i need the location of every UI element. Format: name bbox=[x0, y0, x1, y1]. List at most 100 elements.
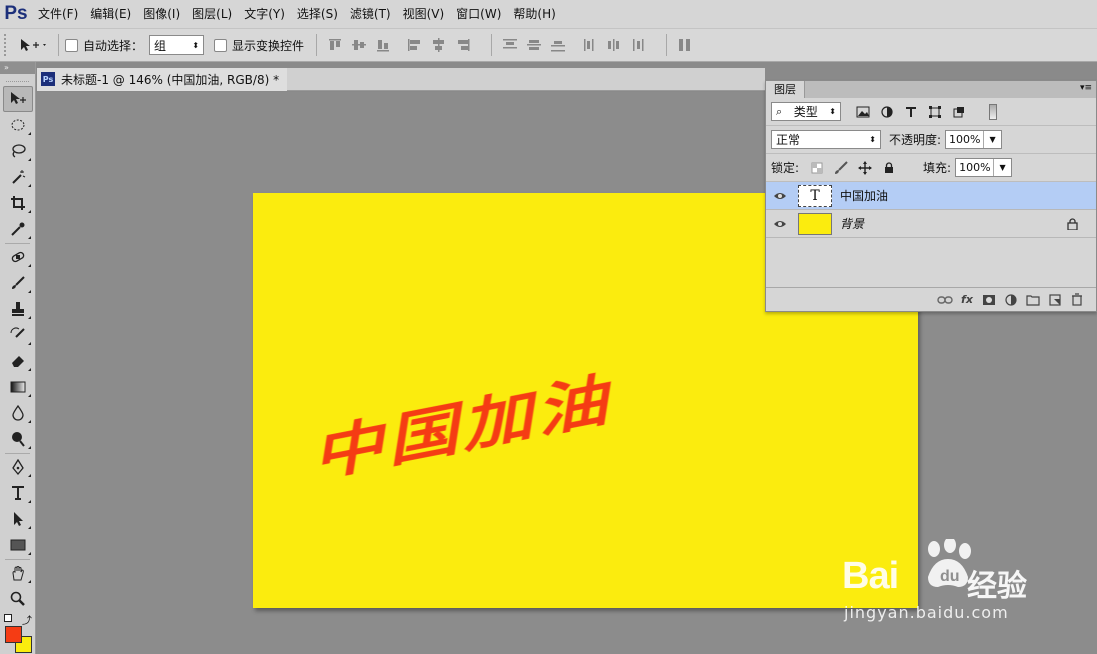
dodge-tool[interactable] bbox=[3, 426, 33, 452]
eraser-icon bbox=[12, 356, 24, 367]
eyedropper-tool[interactable] bbox=[3, 216, 33, 242]
distribute-vcenter-icon[interactable] bbox=[525, 36, 543, 54]
options-grip[interactable] bbox=[4, 34, 14, 56]
opacity-input[interactable]: 100% ▼ bbox=[945, 130, 1003, 149]
menu-view[interactable]: 视图(V) bbox=[397, 0, 451, 28]
fill-label: 填充: bbox=[923, 161, 952, 175]
rectangle-tool[interactable] bbox=[3, 532, 33, 558]
type-tool[interactable] bbox=[3, 480, 33, 506]
menu-edit[interactable]: 编辑(E) bbox=[84, 0, 137, 28]
layer-row-background[interactable]: 背景 bbox=[766, 210, 1096, 238]
distribute-hcenter-icon[interactable] bbox=[605, 36, 623, 54]
default-colors-icon[interactable] bbox=[4, 614, 12, 622]
gradient-tool[interactable] bbox=[3, 374, 33, 400]
rectangle-icon bbox=[10, 539, 26, 551]
canvas-text-layer[interactable]: 中国加油 bbox=[312, 349, 624, 493]
pen-tool[interactable] bbox=[3, 454, 33, 480]
watermark-url: jingyan.baidu.com bbox=[844, 603, 1009, 622]
distribute-right-icon[interactable] bbox=[629, 36, 647, 54]
menu-filter[interactable]: 滤镜(T) bbox=[344, 0, 397, 28]
healing-brush-tool[interactable] bbox=[3, 244, 33, 270]
background-layer-thumbnail bbox=[798, 212, 832, 235]
link-layers-icon[interactable] bbox=[934, 291, 956, 309]
trash-icon[interactable] bbox=[1066, 291, 1088, 309]
zoom-tool[interactable] bbox=[3, 586, 33, 612]
auto-select-checkbox[interactable] bbox=[65, 38, 78, 52]
ps-document-icon: Ps bbox=[41, 72, 55, 86]
lock-position-move-icon[interactable] bbox=[856, 159, 874, 177]
move-tool[interactable] bbox=[3, 86, 33, 112]
align-right-icon[interactable] bbox=[454, 36, 472, 54]
path-selection-tool[interactable] bbox=[3, 506, 33, 532]
layer-filter-label: 类型 bbox=[793, 105, 818, 119]
blend-opacity-row: 正常 ⬍ 不透明度: 100% ▼ bbox=[766, 126, 1096, 154]
crop-tool[interactable] bbox=[3, 190, 33, 216]
magic-wand-icon bbox=[12, 170, 26, 184]
eye-icon[interactable] bbox=[766, 219, 794, 229]
dropdown-arrow-icon[interactable]: ▼ bbox=[983, 131, 1001, 148]
separator bbox=[58, 34, 59, 56]
menu-window[interactable]: 窗口(W) bbox=[450, 0, 507, 28]
dropdown-arrow-icon[interactable]: ▼ bbox=[993, 159, 1011, 176]
swap-colors-icon[interactable]: ⤴ bbox=[22, 612, 32, 627]
panel-resize-grip[interactable] bbox=[926, 313, 946, 317]
fx-icon[interactable]: fx bbox=[956, 291, 978, 309]
fill-input[interactable]: 100% ▼ bbox=[955, 158, 1013, 177]
hand-tool[interactable] bbox=[3, 560, 33, 586]
menu-type[interactable]: 文字(Y) bbox=[238, 0, 291, 28]
add-mask-icon[interactable] bbox=[978, 291, 1000, 309]
lasso-tool[interactable] bbox=[3, 138, 33, 164]
layer-filter-dropdown[interactable]: ⌕ 类型 ⬍ bbox=[771, 102, 841, 121]
separator bbox=[316, 34, 318, 56]
align-left-icon[interactable] bbox=[406, 36, 424, 54]
menu-image[interactable]: 图像(I) bbox=[137, 0, 186, 28]
filter-type-icon[interactable] bbox=[902, 103, 920, 121]
menu-select[interactable]: 选择(S) bbox=[291, 0, 344, 28]
adjustment-layer-icon[interactable] bbox=[1000, 291, 1022, 309]
blend-mode-dropdown[interactable]: 正常 ⬍ bbox=[771, 130, 881, 149]
distribute-top-icon[interactable] bbox=[501, 36, 519, 54]
separator bbox=[491, 34, 493, 56]
filter-adjustment-icon[interactable] bbox=[878, 103, 896, 121]
menu-file[interactable]: 文件(F) bbox=[32, 0, 84, 28]
marquee-tool[interactable] bbox=[3, 112, 33, 138]
lock-all-icon[interactable] bbox=[880, 159, 898, 177]
move-tool-preset-icon[interactable] bbox=[17, 36, 49, 54]
align-top-icon[interactable] bbox=[326, 36, 344, 54]
toolbox-grip[interactable] bbox=[6, 74, 29, 82]
eraser-tool[interactable] bbox=[3, 348, 33, 374]
eye-icon[interactable] bbox=[766, 191, 794, 201]
new-layer-icon[interactable] bbox=[1044, 291, 1066, 309]
auto-select-dropdown[interactable]: 组 ⬍ bbox=[149, 35, 205, 55]
menu-help[interactable]: 帮助(H) bbox=[507, 0, 561, 28]
document-tab[interactable]: Ps 未标题-1 @ 146% (中国加油, RGB/8) * bbox=[37, 67, 288, 91]
filter-shape-icon[interactable] bbox=[926, 103, 944, 121]
distribute-bottom-icon[interactable] bbox=[549, 36, 567, 54]
layer-row-text[interactable]: T 中国加油 bbox=[766, 182, 1096, 210]
watermark-product: 经验 bbox=[967, 569, 1027, 604]
lock-transparent-icon[interactable] bbox=[808, 159, 826, 177]
align-buttons bbox=[323, 36, 475, 54]
filter-pixel-icon[interactable] bbox=[854, 103, 872, 121]
align-hcenter-icon[interactable] bbox=[430, 36, 448, 54]
lock-pixels-brush-icon[interactable] bbox=[832, 159, 850, 177]
blur-tool[interactable] bbox=[3, 400, 33, 426]
filter-smart-object-icon[interactable] bbox=[950, 103, 968, 121]
align-bottom-icon[interactable] bbox=[374, 36, 392, 54]
brush-tool[interactable] bbox=[3, 270, 33, 296]
folder-icon[interactable] bbox=[1022, 291, 1044, 309]
foreground-color-swatch[interactable] bbox=[5, 626, 22, 643]
clone-stamp-tool[interactable] bbox=[3, 296, 33, 322]
bandage-icon bbox=[11, 251, 25, 263]
show-transform-checkbox[interactable] bbox=[214, 38, 228, 52]
panel-menu-icon[interactable]: ▾≡ bbox=[1080, 83, 1092, 93]
distribute-left-icon[interactable] bbox=[581, 36, 599, 54]
layers-tab[interactable]: 图层 bbox=[766, 81, 805, 98]
menu-layer[interactable]: 图层(L) bbox=[186, 0, 238, 28]
magic-wand-tool[interactable] bbox=[3, 164, 33, 190]
dodge-icon bbox=[12, 432, 25, 447]
auto-align-icon[interactable] bbox=[676, 36, 694, 54]
filter-toggle-switch[interactable] bbox=[989, 103, 997, 120]
history-brush-tool[interactable] bbox=[3, 322, 33, 348]
align-vcenter-icon[interactable] bbox=[350, 36, 368, 54]
